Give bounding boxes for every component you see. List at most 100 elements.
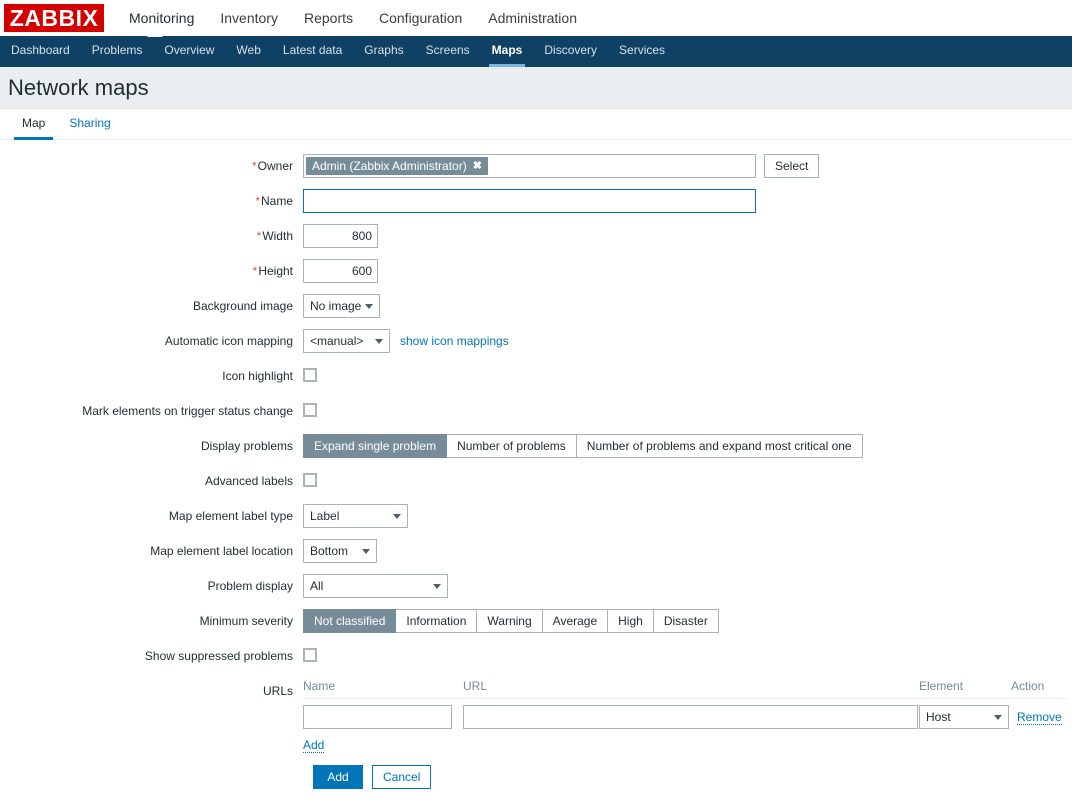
map-element-label-type-label: Map element label type (168, 509, 293, 523)
subnav-item-web[interactable]: Web (225, 36, 271, 67)
main-menu-item-administration[interactable]: Administration (475, 0, 590, 36)
display-problems-option-number[interactable]: Number of problems (447, 434, 577, 458)
advanced-labels-checkbox[interactable] (303, 473, 317, 487)
background-image-select[interactable]: No image (303, 294, 380, 318)
display-problems-option-expand-single[interactable]: Expand single problem (303, 434, 448, 458)
owner-required-marker: * (251, 159, 257, 173)
subnav-item-maps[interactable]: Maps (481, 36, 534, 67)
tab-sharing[interactable]: Sharing (57, 109, 122, 140)
form-row-icon-highlight: Icon highlight (0, 364, 1072, 388)
subnav-item-overview[interactable]: Overview (153, 36, 225, 67)
problem-display-select[interactable]: All (303, 574, 448, 598)
subnav-item-discovery[interactable]: Discovery (533, 36, 608, 67)
form-row-minimum-severity: Minimum severity Not classified Informat… (0, 609, 1072, 633)
minimum-severity-radio-group: Not classified Information Warning Avera… (303, 609, 719, 633)
severity-option-warning[interactable]: Warning (477, 609, 543, 633)
map-element-label-type-select[interactable]: Label (303, 504, 408, 528)
map-element-label-location-label: Map element label location (150, 544, 293, 558)
display-problems-radio-group: Expand single problem Number of problems… (303, 434, 863, 458)
chevron-down-icon (393, 514, 401, 519)
url-value-input[interactable] (463, 705, 918, 729)
show-icon-mappings-link[interactable]: show icon mappings (400, 334, 509, 348)
background-image-value: No image (310, 299, 362, 313)
urls-column-name: Name (303, 679, 336, 693)
form-row-owner: *Owner Admin (Zabbix Administrator) ✖ Se… (0, 154, 1072, 178)
form-row-width: *Width (0, 224, 1072, 248)
subnav-item-services[interactable]: Services (608, 36, 676, 67)
urls-table: Name URL Element Action Host Remove Add (303, 679, 1067, 753)
main-menu-item-inventory[interactable]: Inventory (207, 0, 291, 36)
urls-label: URLs (262, 684, 293, 698)
chevron-down-icon (362, 549, 370, 554)
page-title-bar: Network maps (0, 67, 1072, 109)
url-remove-link[interactable]: Remove (1017, 710, 1062, 725)
urls-table-header: Name URL Element Action (303, 679, 1067, 699)
minimum-severity-label: Minimum severity (199, 614, 293, 628)
map-element-label-location-value: Bottom (310, 544, 349, 558)
main-menu-item-reports[interactable]: Reports (291, 0, 366, 36)
width-label: *Width (256, 229, 293, 243)
show-suppressed-label: Show suppressed problems (144, 649, 293, 663)
url-element-select[interactable]: Host (919, 705, 1009, 729)
severity-option-disaster[interactable]: Disaster (653, 609, 719, 633)
name-required-marker: * (255, 194, 260, 208)
background-image-label: Background image (192, 299, 293, 313)
zabbix-logo[interactable]: ZABBIX (4, 4, 104, 32)
icon-highlight-checkbox[interactable] (303, 368, 317, 382)
chevron-down-icon (365, 304, 373, 309)
height-input[interactable] (303, 259, 378, 283)
name-input[interactable] (303, 189, 756, 213)
map-element-label-type-value: Label (310, 509, 340, 523)
cancel-button[interactable]: Cancel (372, 765, 432, 789)
owner-chip[interactable]: Admin (Zabbix Administrator) ✖ (306, 157, 488, 175)
form-row-name: *Name (0, 189, 1072, 213)
sub-navigation: Dashboard Problems Overview Web Latest d… (0, 29, 1072, 67)
subnav-item-graphs[interactable]: Graphs (353, 36, 414, 67)
subnav-item-latest-data[interactable]: Latest data (272, 36, 353, 67)
table-row: Host Remove (303, 705, 1067, 729)
problem-display-value: All (310, 579, 324, 593)
form-row-height: *Height (0, 259, 1072, 283)
severity-option-not-classified[interactable]: Not classified (303, 609, 397, 633)
submit-button[interactable]: Add (313, 765, 363, 789)
urls-add-link[interactable]: Add (303, 738, 325, 753)
form-row-urls: URLs Name URL Element Action Host Remove… (0, 679, 1072, 753)
form-row-automatic-icon-mapping: Automatic icon mapping <manual> show ico… (0, 329, 1072, 353)
urls-column-element: Element (919, 679, 964, 693)
show-suppressed-checkbox[interactable] (303, 648, 317, 662)
severity-option-high[interactable]: High (608, 609, 654, 633)
chevron-down-icon (375, 339, 383, 344)
display-problems-option-number-and-expand[interactable]: Number of problems and expand most criti… (576, 434, 863, 458)
subnav-item-problems[interactable]: Problems (81, 36, 154, 67)
main-menu: Monitoring Inventory Reports Configurati… (116, 0, 590, 36)
owner-chip-label: Admin (Zabbix Administrator) (312, 159, 467, 173)
map-element-label-location-select[interactable]: Bottom (303, 539, 377, 563)
form-row-label-type: Map element label type Label (0, 504, 1072, 528)
severity-option-information[interactable]: Information (396, 609, 478, 633)
urls-column-action: Action (1011, 679, 1045, 693)
page-title: Network maps (8, 74, 149, 100)
owner-multiselect[interactable]: Admin (Zabbix Administrator) ✖ (303, 154, 756, 178)
main-menu-item-configuration[interactable]: Configuration (366, 0, 475, 36)
form-row-problem-display: Problem display All (0, 574, 1072, 598)
automatic-icon-mapping-select[interactable]: <manual> (303, 329, 390, 353)
severity-option-average[interactable]: Average (542, 609, 609, 633)
form-row-display-problems: Display problems Expand single problem N… (0, 434, 1072, 458)
height-label: *Height (252, 264, 293, 278)
mark-elements-checkbox[interactable] (303, 403, 317, 417)
automatic-icon-mapping-value: <manual> (310, 334, 364, 348)
close-icon[interactable]: ✖ (473, 160, 482, 172)
name-label: *Name (255, 194, 293, 208)
tab-map[interactable]: Map (10, 109, 57, 140)
form-row-label-location: Map element label location Bottom (0, 539, 1072, 563)
width-input[interactable] (303, 224, 378, 248)
width-required-marker: * (256, 229, 262, 243)
owner-select-button[interactable]: Select (764, 154, 820, 178)
chevron-down-icon (994, 715, 1002, 720)
url-name-input[interactable] (303, 705, 452, 729)
subnav-item-dashboard[interactable]: Dashboard (0, 36, 81, 67)
owner-label: *Owner (251, 159, 293, 173)
chevron-down-icon (433, 584, 441, 589)
subnav-item-screens[interactable]: Screens (415, 36, 481, 67)
problem-display-label: Problem display (207, 579, 293, 593)
